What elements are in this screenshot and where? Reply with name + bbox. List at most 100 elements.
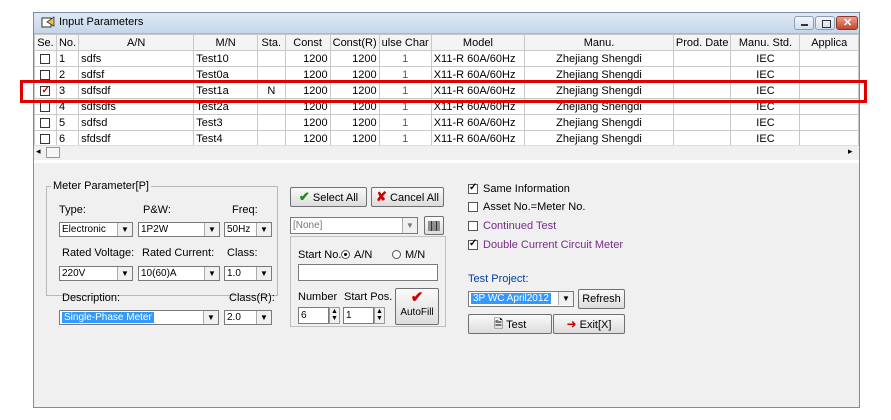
col-header-pulse[interactable]: ulse Char (378, 34, 432, 51)
maximize-button[interactable] (815, 16, 835, 30)
start-pos-input[interactable]: 1 (343, 307, 374, 324)
cell-app[interactable] (799, 50, 859, 67)
check-icon: ✔ (298, 189, 310, 204)
row-checkbox[interactable] (40, 53, 51, 64)
row-checkbox[interactable] (40, 133, 51, 144)
chevron-down-icon: ▼ (204, 267, 219, 280)
cell-mn[interactable]: Test3 (193, 114, 258, 131)
asset-no-checkbox[interactable] (468, 202, 478, 212)
col-header-applica[interactable]: Applica (799, 34, 859, 51)
minimize-icon (801, 24, 808, 26)
col-header-sta[interactable]: Sta. (256, 34, 286, 51)
autofill-button[interactable]: ✔ AutoFill (395, 288, 439, 325)
same-info-label[interactable]: Same Information (483, 183, 570, 195)
barcode-button[interactable] (424, 216, 444, 235)
type-select[interactable]: Electronic ▼ (59, 222, 133, 237)
cell-pulse[interactable]: 1 (378, 114, 432, 131)
radio-an[interactable] (341, 250, 350, 259)
cross-icon: ✘ (376, 189, 387, 204)
radio-mn-label[interactable]: M/N (405, 249, 425, 261)
col-header-prod-date[interactable]: Prod. Date (672, 34, 732, 51)
double-current-checkbox[interactable] (468, 238, 478, 250)
select-all-button[interactable]: ✔ Select All (290, 187, 367, 207)
cancel-all-button[interactable]: ✘ Cancel All (371, 187, 444, 207)
refresh-button[interactable]: Refresh (578, 289, 625, 309)
cell-prod-date[interactable] (672, 114, 732, 131)
close-icon: ✕ (843, 17, 853, 29)
input-parameters-window: Input Parameters ✕ Se. No. A/N M/N Sta. … (33, 12, 860, 408)
description-select[interactable]: Single-Phase Meter ▼ (59, 310, 219, 325)
cell-an[interactable]: sdfsd (78, 114, 195, 131)
cell-std[interactable]: IEC (730, 50, 801, 67)
meter-parameter-legend: Meter Parameter[P] (53, 180, 149, 192)
scroll-right-icon[interactable]: ▸ (848, 146, 853, 157)
rated-current-select[interactable]: 10(60)A ▼ (138, 266, 220, 281)
class-select[interactable]: 1.0 ▼ (224, 266, 272, 281)
chevron-down-icon: ▼ (117, 223, 132, 236)
col-header-se[interactable]: Se. (34, 34, 57, 51)
test-icon: 🗎 (493, 317, 504, 331)
table-row[interactable]: 1 sdfs Test10 1200 1200 1 X11-R 60A/60Hz… (34, 50, 859, 67)
number-input[interactable]: 6 (298, 307, 329, 324)
col-header-an[interactable]: A/N (78, 34, 195, 51)
pw-select[interactable]: 1P2W ▼ (138, 222, 220, 237)
cell-app[interactable] (799, 114, 859, 131)
test-button[interactable]: 🗎 Test (468, 314, 552, 334)
cell-sta[interactable] (256, 50, 286, 67)
col-header-const[interactable]: Const (284, 34, 331, 51)
scroll-thumb[interactable] (46, 147, 60, 158)
rated-current-label: Rated Current: (142, 247, 215, 259)
class-label: Class: (227, 247, 258, 259)
continued-test-label[interactable]: Continued Test (483, 220, 556, 232)
test-project-select[interactable]: 3P WC April2012 ▼ (468, 291, 574, 307)
radio-mn[interactable] (392, 250, 401, 259)
row-checkbox[interactable] (40, 101, 51, 112)
cell-model[interactable]: X11-R 60A/60Hz (430, 114, 526, 131)
col-header-manu-std[interactable]: Manu. Std. (730, 34, 801, 51)
horizontal-scrollbar[interactable]: ◂ ▸ (34, 145, 859, 160)
cell-constr[interactable]: 1200 (329, 114, 380, 131)
exit-icon: ➜ (566, 317, 577, 331)
col-header-manu[interactable]: Manu. (524, 34, 674, 51)
exit-button[interactable]: ➜ Exit[X] (553, 314, 625, 334)
rated-voltage-label: Rated Voltage: (62, 247, 135, 259)
continued-test-checkbox[interactable] (468, 221, 478, 231)
cell-sta[interactable] (256, 114, 286, 131)
cell-model[interactable]: X11-R 60A/60Hz (430, 50, 526, 67)
col-header-model[interactable]: Model (430, 34, 526, 51)
asset-no-label[interactable]: Asset No.=Meter No. (483, 201, 585, 213)
cell-const[interactable]: 1200 (284, 50, 331, 67)
scroll-left-icon[interactable]: ◂ (36, 146, 41, 157)
type-label: Type: (59, 204, 86, 216)
row-checkbox[interactable] (40, 69, 51, 80)
cell-mn[interactable]: Test10 (193, 50, 258, 67)
start-pos-stepper[interactable]: ▲ ▼ (374, 307, 385, 324)
cell-manu[interactable]: Zhejiang Shengdi (524, 114, 674, 131)
cell-manu[interactable]: Zhejiang Shengdi (524, 50, 674, 67)
freq-select-value: 50Hz (227, 224, 251, 235)
cell-std[interactable]: IEC (730, 114, 801, 131)
row-checkbox[interactable] (40, 117, 51, 128)
col-header-mn[interactable]: M/N (193, 34, 258, 51)
freq-select[interactable]: 50Hz ▼ (224, 222, 272, 237)
minimize-button[interactable] (794, 16, 814, 30)
cell-an[interactable]: sdfs (78, 50, 195, 67)
col-header-no[interactable]: No. (55, 34, 80, 51)
class-r-select[interactable]: 2.0 ▼ (224, 310, 272, 325)
rated-voltage-select[interactable]: 220V ▼ (59, 266, 133, 281)
cell-pulse[interactable]: 1 (378, 50, 432, 67)
cell-prod-date[interactable] (672, 50, 732, 67)
none-select[interactable]: [None] ▼ (290, 217, 418, 234)
close-button[interactable]: ✕ (836, 16, 858, 30)
radio-an-label[interactable]: A/N (354, 249, 372, 261)
number-stepper[interactable]: ▲ ▼ (329, 307, 340, 324)
double-current-label[interactable]: Double Current Circuit Meter (483, 239, 623, 251)
chevron-down-icon: ▼ (256, 311, 271, 324)
same-info-checkbox[interactable] (468, 182, 478, 194)
table-row[interactable]: 5 sdfsd Test3 1200 1200 1 X11-R 60A/60Hz… (34, 114, 859, 131)
cancel-all-label: Cancel All (390, 192, 439, 204)
cell-const[interactable]: 1200 (284, 114, 331, 131)
col-header-constr[interactable]: Const(R) (329, 34, 380, 51)
cell-constr[interactable]: 1200 (329, 50, 380, 67)
start-no-input[interactable] (298, 264, 438, 281)
